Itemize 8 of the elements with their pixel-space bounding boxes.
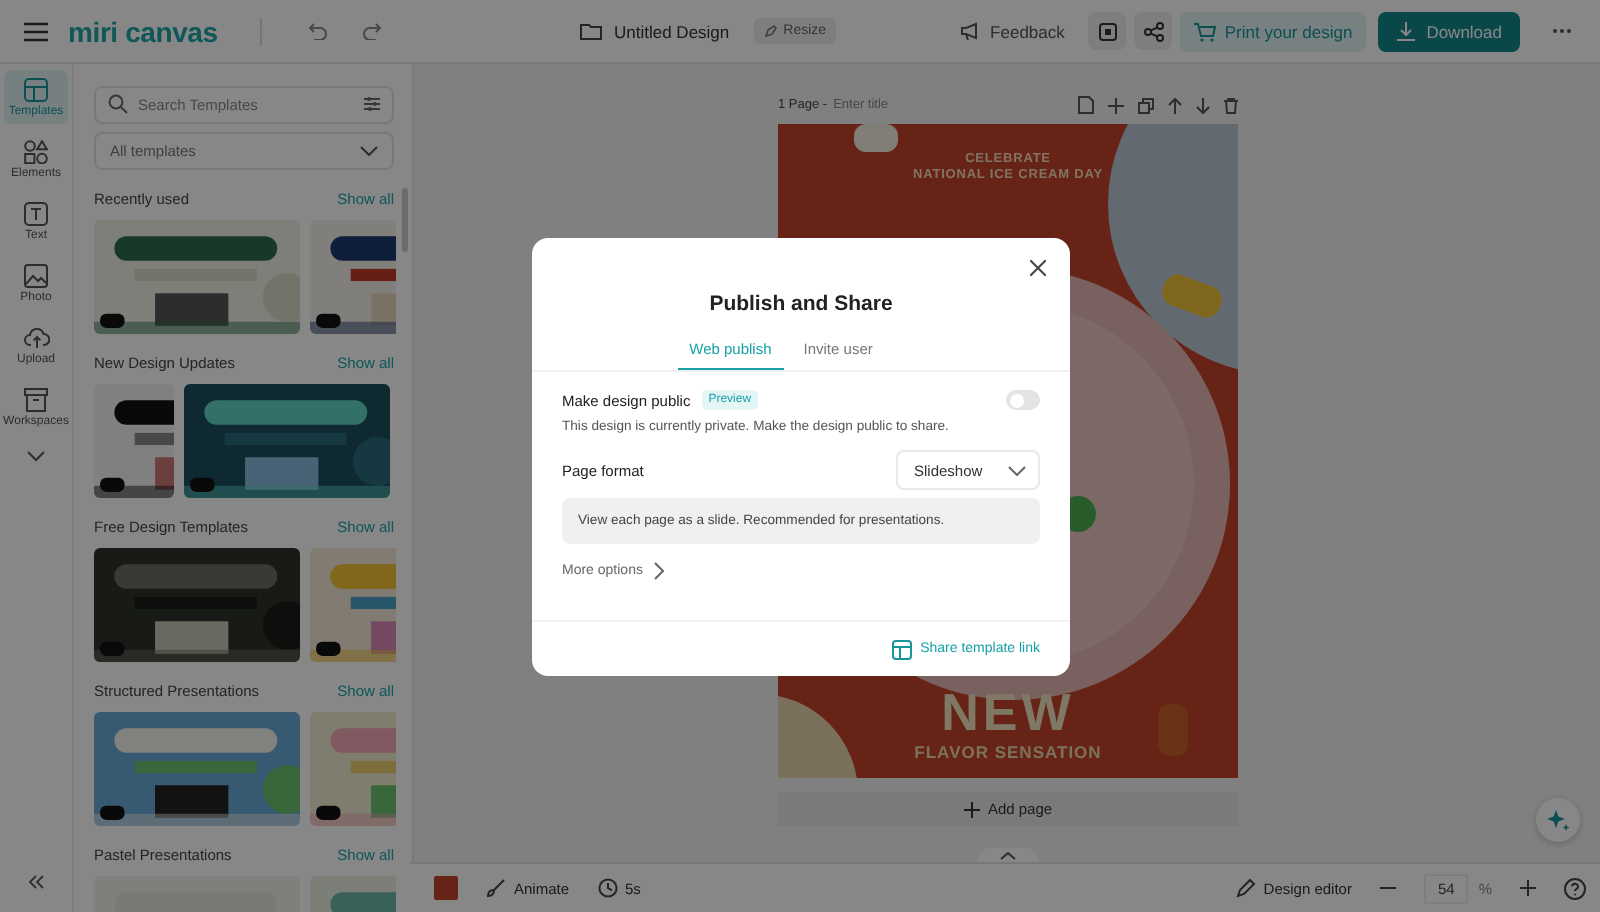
document-title[interactable]: Untitled Design [614, 21, 730, 41]
download-button[interactable]: Download [1378, 11, 1520, 51]
feedback-button[interactable]: Feedback [960, 21, 1065, 41]
poster-text: FLAVOR SENSATION [914, 742, 1102, 762]
poster-headline: NEW [941, 686, 1075, 738]
logo[interactable]: miri canvas [68, 15, 218, 47]
print-button[interactable]: Print your design [1180, 11, 1367, 51]
dialog-title: Publish and Share [707, 292, 895, 316]
